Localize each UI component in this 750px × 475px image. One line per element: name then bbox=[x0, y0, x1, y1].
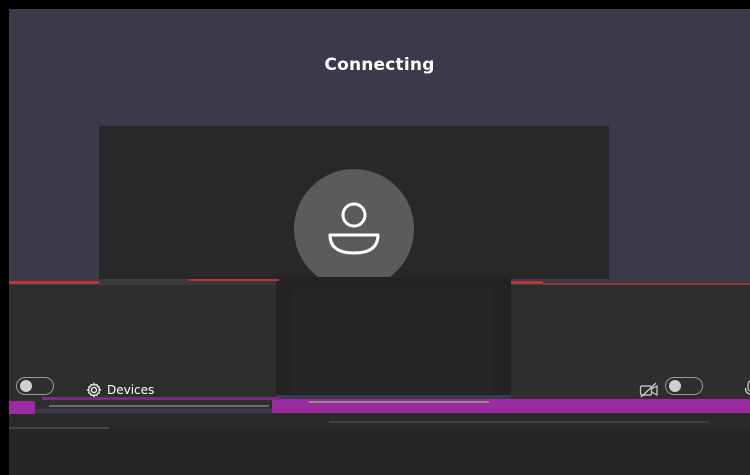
glitch-line bbox=[9, 281, 99, 284]
glitch-line bbox=[189, 279, 279, 281]
glitch-block bbox=[42, 397, 280, 400]
glitch-block bbox=[9, 401, 35, 414]
glitch-line bbox=[309, 401, 489, 403]
glitch-line bbox=[329, 421, 709, 423]
glitch-line bbox=[49, 405, 269, 407]
status-title: Connecting bbox=[324, 55, 435, 75]
right-control-panel bbox=[511, 281, 750, 409]
devices-label: Devices bbox=[107, 383, 155, 397]
toggle-knob bbox=[669, 380, 681, 392]
microphone-icon[interactable] bbox=[743, 379, 750, 399]
devices-button[interactable]: Devices bbox=[86, 380, 154, 400]
bottom-band-inner bbox=[9, 427, 750, 475]
toggle-knob bbox=[20, 380, 32, 392]
person-icon bbox=[328, 202, 380, 255]
prejoin-screen: Connecting Devices bbox=[9, 9, 750, 475]
glitch-line bbox=[9, 427, 109, 429]
glitch-line bbox=[511, 281, 543, 284]
gear-icon bbox=[86, 382, 102, 398]
window-frame: Connecting Devices bbox=[0, 0, 750, 475]
audio-toggle[interactable] bbox=[665, 377, 703, 395]
center-panel-inner bbox=[291, 289, 494, 394]
glitch-line bbox=[543, 283, 750, 285]
camera-off-icon[interactable] bbox=[639, 381, 659, 399]
avatar bbox=[294, 169, 414, 289]
video-toggle[interactable] bbox=[16, 377, 54, 395]
